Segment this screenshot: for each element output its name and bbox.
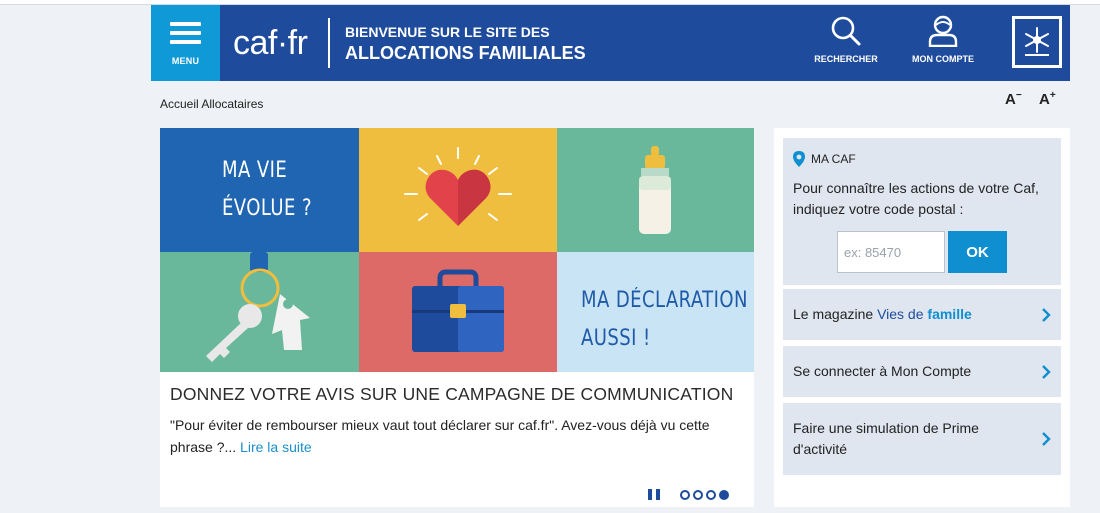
magazine-link[interactable]: Le magazine Vies de famille [783,289,1061,340]
caf-logo[interactable]: caf·fr [233,23,308,63]
tile-keys [160,252,359,372]
hamburger-icon [170,22,201,49]
search-button[interactable]: RECHERCHER [806,15,886,64]
site-header: MENU caf·fr BIENVENUE SUR LE SITE DES AL… [151,5,1070,81]
menu-label: MENU [171,56,200,66]
carousel-dot[interactable] [680,489,690,500]
chevron-right-icon [1042,308,1051,322]
magazine-famille: famille [927,306,972,322]
chevron-right-icon [1042,432,1051,446]
tile6-line1: MA DÉCLARATION [581,288,748,313]
font-increase-sign: + [1049,90,1056,101]
sidebar: MA CAF Pour connaître les actions de vot… [774,128,1070,507]
simulation-link[interactable]: Faire une simulation de Prime d'activité [783,403,1061,475]
keys-icon [206,252,310,362]
magazine-vies: Vies de [877,306,928,322]
magazine-link-label: Le magazine Vies de famille [793,304,972,325]
welcome-line-1: BIENVENUE SUR LE SITE DES [345,24,550,40]
heart-icon [404,147,512,226]
baby-bottle-icon [639,146,671,234]
search-label: RECHERCHER [814,54,878,64]
carousel-dot[interactable] [706,489,716,500]
tile-ma-vie-text: MA VIE ÉVOLUE ? [222,152,312,228]
carousel-dot[interactable] [693,489,703,500]
mon-compte-link[interactable]: Se connecter à Mon Compte [783,346,1061,397]
carousel-dot-active[interactable] [719,489,729,500]
briefcase-icon [412,269,504,352]
chevron-right-icon [1042,365,1051,379]
tile-briefcase [359,252,557,372]
tile1-line2: ÉVOLUE ? [222,196,312,221]
read-more-link[interactable]: Lire la suite [240,439,312,455]
account-label: MON COMPTE [912,54,974,64]
ma-caf-title: MA CAF [793,151,856,167]
tile1-line1: MA VIE [222,158,288,183]
logo-separator [328,18,330,68]
account-button[interactable]: MON COMPTE [901,15,985,64]
tile-ma-declaration: MA DÉCLARATION AUSSI ! [557,252,754,372]
font-decrease-button[interactable]: A− [1005,90,1022,108]
ok-button[interactable]: OK [948,231,1007,273]
location-pin-icon [793,151,805,167]
ma-caf-box: MA CAF Pour connaître les actions de vot… [783,138,1061,285]
breadcrumb[interactable]: Accueil Allocataires [160,97,263,111]
welcome-line-2: ALLOCATIONS FAMILIALES [345,43,586,63]
slide-summary: "Pour éviter de rembourser mieux vaut to… [170,414,750,458]
tile-baby-bottle [557,128,754,252]
pause-icon[interactable] [648,489,660,500]
simulation-link-label: Faire une simulation de Prime d'activité [793,420,979,457]
font-increase-letter: A [1039,91,1050,108]
ma-caf-description: Pour connaître les actions de votre Caf,… [793,180,1039,217]
snowflake-logo-icon [1025,27,1049,56]
postal-code-input[interactable] [837,231,945,273]
menu-button[interactable]: MENU [151,5,220,81]
carousel-pager [648,489,732,500]
news-carousel: MA VIE ÉVOLUE ? MA DÉCLARATION AUSSI ! D… [160,128,754,507]
search-icon [831,16,861,46]
cnaf-logo[interactable] [1012,16,1062,68]
slide-title[interactable]: DONNEZ VOTRE AVIS SUR UNE CAMPAGNE DE CO… [170,384,733,405]
tile6-line2: AUSSI ! [581,326,651,351]
tile-ma-declaration-text: MA DÉCLARATION AUSSI ! [581,282,748,358]
carousel-image[interactable]: MA VIE ÉVOLUE ? MA DÉCLARATION AUSSI ! [160,128,754,372]
welcome-banner: BIENVENUE SUR LE SITE DES ALLOCATIONS FA… [345,22,586,64]
user-icon [928,15,958,47]
tile-heart [359,128,557,252]
font-decrease-sign: − [1015,90,1022,101]
magazine-prefix: Le magazine [793,306,878,322]
tile-ma-vie: MA VIE ÉVOLUE ? [160,128,359,252]
ma-caf-title-text: MA CAF [811,152,856,166]
font-decrease-letter: A [1005,91,1016,108]
mon-compte-link-label: Se connecter à Mon Compte [793,363,972,379]
font-increase-button[interactable]: A+ [1039,90,1056,108]
